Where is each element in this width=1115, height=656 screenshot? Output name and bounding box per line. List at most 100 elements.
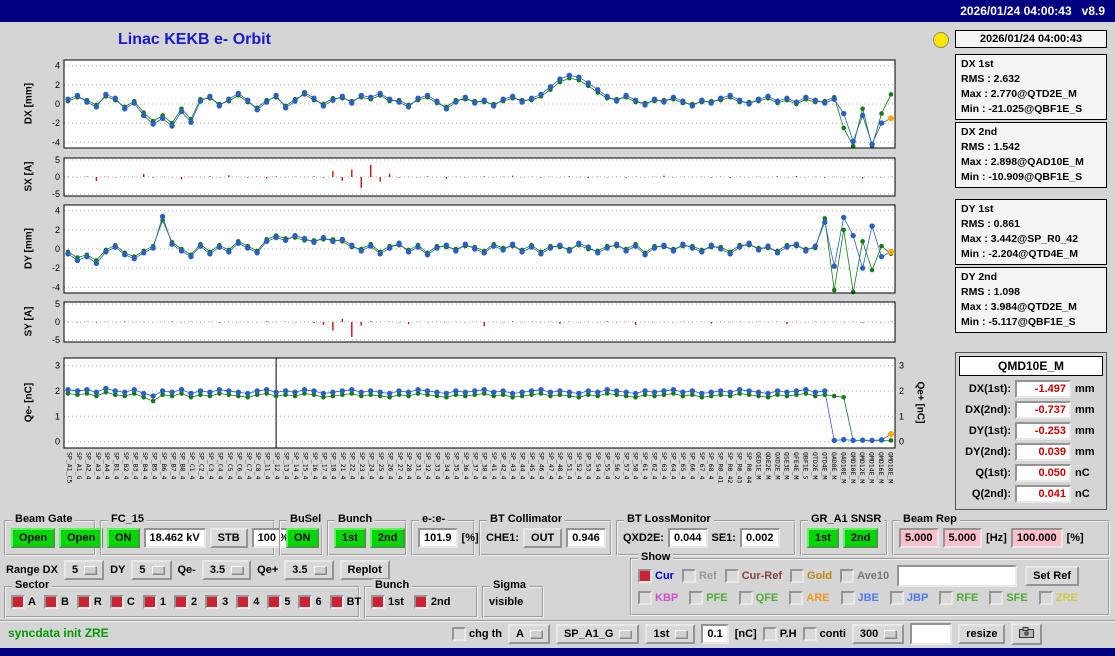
snsr-1st-button[interactable]: 1st xyxy=(807,528,839,548)
ph-checkbox[interactable]: P.H xyxy=(762,627,797,641)
svg-text:2: 2 xyxy=(55,225,60,235)
sector-checkbox-1[interactable]: 1 xyxy=(142,595,166,609)
dx-axis-label: DX [mm] xyxy=(23,82,35,125)
beam-gate-open-2-button[interactable]: Open xyxy=(59,528,104,548)
bpm-select-value: SP_A1_G xyxy=(563,628,614,640)
sector-checkbox-2[interactable]: 2 xyxy=(173,595,197,609)
svg-text:5: 5 xyxy=(55,300,60,309)
show-jbe-checkbox[interactable]: JBE xyxy=(840,591,879,605)
checkbox-icon xyxy=(236,595,251,609)
checkbox-icon xyxy=(109,595,124,609)
screenshot-button[interactable] xyxy=(1011,623,1043,645)
range-qe-minus-dropdown[interactable]: 3.5 xyxy=(201,560,252,580)
bt-collimator-group-label: BT Collimator xyxy=(487,513,566,526)
sector-checkbox-6[interactable]: 6 xyxy=(298,595,322,609)
bunch-1st-label: 1st xyxy=(388,596,404,608)
show-gold-checkbox[interactable]: Gold xyxy=(790,569,832,583)
range-dx-dropdown[interactable]: 5 xyxy=(63,560,105,580)
show-qfe-checkbox[interactable]: QFE xyxy=(738,591,779,605)
bunch-2nd-checkbox[interactable]: 2nd xyxy=(413,595,450,609)
bunch-group: Bunch 1st 2nd xyxy=(327,513,407,556)
beam-gate-open-1-button[interactable]: Open xyxy=(11,528,56,548)
bpm-x-label: QBF1E_S xyxy=(801,452,810,480)
chg-th-label: chg th xyxy=(469,628,502,640)
bpm-x-label: SP_44_4 xyxy=(518,452,527,480)
bunch-2nd-button[interactable]: 2nd xyxy=(369,528,406,548)
threshold-entry[interactable]: 0.1 xyxy=(701,624,729,644)
bpm-x-label: QMD14E_M xyxy=(867,452,876,484)
bpm-x-label: QTD2E_M xyxy=(811,452,819,480)
show-pfe-checkbox[interactable]: PFE xyxy=(689,591,728,605)
bunch-1st-checkbox[interactable]: 1st xyxy=(371,595,404,609)
sector-checkbox-a[interactable]: A xyxy=(11,595,36,609)
bpm-x-label: SP_C6_4 xyxy=(235,452,244,480)
bpm-row-unit: mm xyxy=(1075,383,1095,395)
busel-on-button[interactable]: ON xyxy=(286,528,319,548)
resize-button[interactable]: resize xyxy=(958,624,1006,644)
show-ave10-checkbox[interactable]: Ave10 xyxy=(840,569,889,583)
che1-out-button[interactable]: OUT xyxy=(523,528,563,548)
range-dy-dropdown[interactable]: 5 xyxy=(131,560,172,580)
set-ref-button[interactable]: Set Ref xyxy=(1025,566,1080,586)
che1-value: 0.946 xyxy=(566,528,606,548)
count-input[interactable] xyxy=(910,623,953,645)
fc15-on-button[interactable]: ON xyxy=(107,528,140,548)
bottom-border-bar xyxy=(0,648,1115,656)
show-kbp-checkbox[interactable]: KBP xyxy=(638,591,678,605)
checkbox-icon xyxy=(790,569,805,583)
bpm-x-label: SP_51_4 xyxy=(565,452,574,480)
show-ave10-label: Ave10 xyxy=(857,570,890,582)
sector-checkbox-r[interactable]: R xyxy=(76,595,102,609)
sector-checkbox-b[interactable]: B xyxy=(43,595,69,609)
bpm-row-value: 0.041 xyxy=(1015,485,1071,503)
qe-chart: 3 3 2 2 1 1 0 0 xyxy=(55,357,904,449)
sector-checkbox-4[interactable]: 4 xyxy=(236,595,259,609)
ref-file-input[interactable] xyxy=(897,565,1018,587)
show-are-checkbox[interactable]: ARE xyxy=(789,591,830,605)
conti-checkbox[interactable]: conti xyxy=(802,627,846,641)
bpm-x-label: SP_56_2 xyxy=(612,452,621,480)
checkbox-icon xyxy=(689,591,704,605)
rate-select-dropdown[interactable]: 300 xyxy=(851,624,905,644)
chg-th-checkbox[interactable]: chg th xyxy=(452,627,502,641)
show-cur-ref-checkbox[interactable]: Cur-Ref xyxy=(724,569,782,583)
bpm-x-label: SP_32_4 xyxy=(424,452,433,480)
sigma-visible-toggle[interactable]: visible xyxy=(489,596,523,608)
gr-a1-snsr-group-label: GR_A1 SNSR xyxy=(808,513,885,526)
checkbox-icon xyxy=(76,595,91,609)
bunch-1st-button[interactable]: 1st xyxy=(334,528,366,548)
bpm-select-dropdown[interactable]: SP_A1_G xyxy=(555,624,640,644)
show-cur-checkbox[interactable]: Cur xyxy=(638,569,674,583)
bpm-x-label: SP_R0_44 xyxy=(744,452,753,484)
sector-select-dropdown[interactable]: A xyxy=(508,624,550,644)
replot-button[interactable]: Replot xyxy=(339,560,390,580)
bpm-x-label: SP_34_4 xyxy=(442,452,451,480)
show-jbp-checkbox[interactable]: JBP xyxy=(889,591,928,605)
bpm-row: Q(2nd): 0.041 nC xyxy=(959,485,1103,503)
checkbox-icon xyxy=(329,595,344,609)
sector-checkbox-5[interactable]: 5 xyxy=(267,595,290,609)
fc15-stb-button[interactable]: STB xyxy=(209,528,248,548)
dropdown-indicator-icon xyxy=(619,630,632,638)
show-qfe-label: QFE xyxy=(755,592,779,604)
range-qe-plus-dropdown[interactable]: 3.5 xyxy=(284,560,334,580)
dx-chart: 4 2 0 -2 -4 xyxy=(52,59,896,149)
show-rfe-checkbox[interactable]: RFE xyxy=(939,591,978,605)
bunch-select-dropdown[interactable]: 1st xyxy=(645,624,696,644)
bpm-row: Q(1st): 0.050 nC xyxy=(959,464,1103,482)
show-zre-checkbox[interactable]: ZRE xyxy=(1038,591,1078,605)
dropdown-indicator-icon xyxy=(313,566,326,574)
sector-checkbox-c[interactable]: C xyxy=(109,595,135,609)
status-bar-controls: chg th A SP_A1_G 1st 0.1 [nC] P.H conti … xyxy=(452,622,1043,646)
show-sfe-checkbox[interactable]: SFE xyxy=(989,591,1028,605)
svg-text:1: 1 xyxy=(55,411,60,421)
bpm-x-label: QAD10E_M xyxy=(839,452,848,484)
sector-checkbox-3[interactable]: 3 xyxy=(205,595,228,609)
selected-bpm-name[interactable]: QMD10E_M xyxy=(959,356,1103,376)
svg-text:-4: -4 xyxy=(52,137,60,147)
ee-ratio-group: e-:e- 101.9 [%] xyxy=(411,513,479,556)
show-ref-checkbox[interactable]: Ref xyxy=(681,569,717,583)
snsr-2nd-button[interactable]: 2nd xyxy=(842,528,879,548)
checkbox-icon xyxy=(1038,591,1053,605)
sector-checkbox-bt[interactable]: BT xyxy=(329,595,361,609)
